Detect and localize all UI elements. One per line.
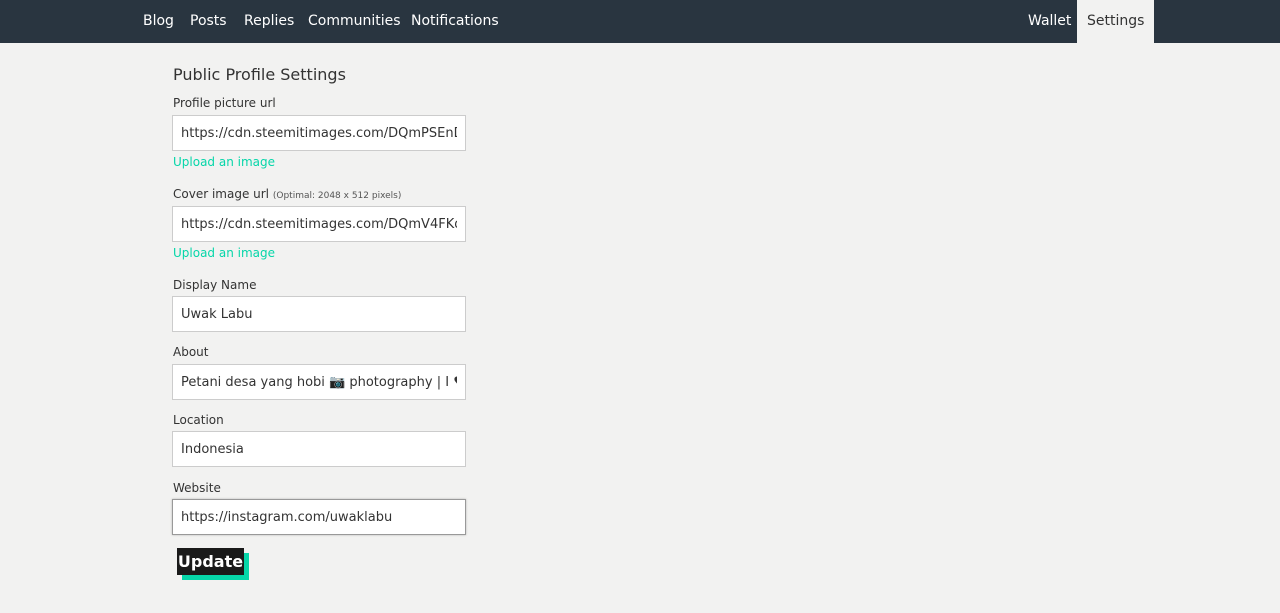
location-label: Location [173, 413, 224, 427]
page-title: Public Profile Settings [173, 65, 346, 84]
profile-picture-input[interactable] [172, 115, 466, 151]
update-button[interactable]: Update [177, 548, 244, 575]
cover-image-label: Cover image url (Optimal: 2048 x 512 pix… [173, 187, 401, 201]
website-input[interactable] [172, 499, 466, 535]
nav-posts[interactable]: Posts [190, 0, 227, 43]
upload-profile-image-link[interactable]: Upload an image [173, 155, 275, 169]
cover-image-label-text: Cover image url [173, 187, 270, 201]
cover-image-hint: (Optimal: 2048 x 512 pixels) [272, 191, 402, 201]
top-navigation-bar: Blog Posts Replies Communities Notificat… [0, 0, 1280, 43]
nav-replies[interactable]: Replies [244, 0, 294, 43]
display-name-input[interactable] [172, 296, 466, 332]
display-name-label: Display Name [173, 278, 257, 292]
nav-notifications[interactable]: Notifications [411, 0, 499, 43]
nav-settings[interactable]: Settings [1077, 0, 1155, 43]
nav-communities[interactable]: Communities [308, 0, 401, 43]
profile-picture-label: Profile picture url [173, 96, 276, 110]
website-label: Website [173, 481, 221, 495]
nav-blog[interactable]: Blog [143, 0, 174, 43]
about-label: About [173, 345, 209, 359]
cover-image-input[interactable] [172, 206, 466, 242]
update-button-wrapper: Update [177, 548, 249, 580]
about-input[interactable] [172, 364, 466, 400]
nav-wallet[interactable]: Wallet [1028, 0, 1071, 43]
location-input[interactable] [172, 431, 466, 467]
upload-cover-image-link[interactable]: Upload an image [173, 246, 275, 260]
